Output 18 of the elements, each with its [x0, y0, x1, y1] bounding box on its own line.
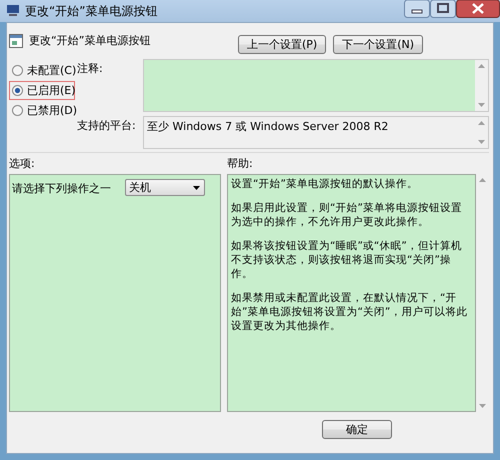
platform-field: 至少 Windows 7 或 Windows Server 2008 R2 [143, 116, 489, 149]
help-paragraph: 如果启用此设置，则“开始”菜单将电源按钮设置为选中的操作，不允许用户更改此操作。 [231, 201, 463, 229]
policy-title: 更改“开始”菜单电源按钮 [29, 33, 150, 48]
options-label: 选项: [9, 156, 36, 172]
window-title: 更改“开始”菜单电源按钮 [25, 2, 158, 20]
comment-label: 注释: [77, 61, 104, 77]
help-paragraph: 设置“开始”菜单电源按钮的默认操作。 [231, 177, 419, 191]
action-dropdown[interactable]: 关机 [125, 179, 205, 196]
ok-button[interactable]: 确定 [322, 420, 392, 439]
radio-label[interactable]: 已禁用(D) [27, 103, 78, 118]
previous-setting-button[interactable]: 上一个设置(P) [238, 35, 326, 54]
help-label: 帮助: [227, 156, 253, 172]
help-paragraph: 如果禁用或未配置此设置，在默认情况下，“开始”菜单电源按钮将设置为“关闭”，用户可以将此设置更改为其他操作。 [231, 291, 468, 333]
help-paragraph: 如果将该按钮设置为“睡眠”或“休眠”，但计算机不支持该状态，则该按钮将退而实现“关闭”操作。 [231, 239, 463, 281]
next-setting-button[interactable]: 下一个设置(N) [333, 35, 423, 54]
prompt-text: 请选择下列操作之一 [12, 181, 112, 196]
platform-label: 支持的平台: [77, 118, 137, 134]
radio-label[interactable]: 未配置(C) [27, 63, 76, 78]
